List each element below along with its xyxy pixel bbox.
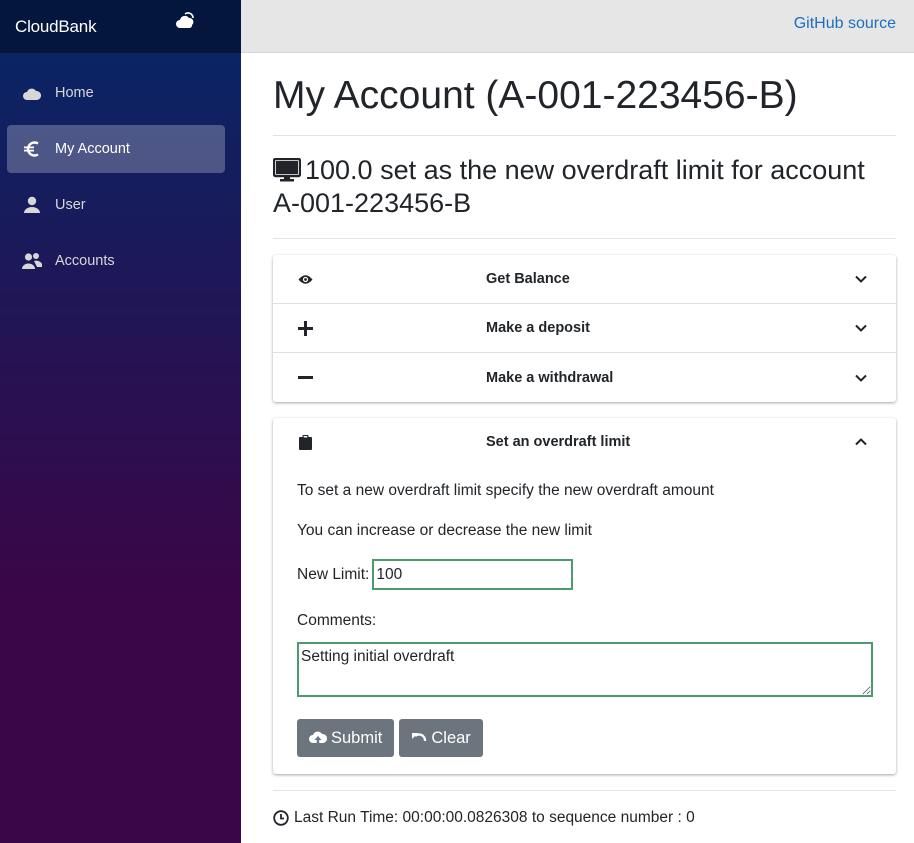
page-title: My Account (A-001-223456-B) — [273, 74, 798, 117]
sidebar-item-my-account[interactable]: My Account — [7, 125, 225, 173]
new-limit-row: New Limit: — [297, 559, 872, 590]
accordion-get-balance[interactable]: Get Balance — [273, 255, 896, 304]
chevron-up-icon — [855, 438, 867, 446]
accordion-make-deposit[interactable]: Make a deposit — [273, 304, 896, 353]
status-text: 100.0 set as the new overdraft limit for… — [273, 155, 865, 218]
accordion-set-overdraft[interactable]: Set an overdraft limit — [273, 418, 896, 466]
accordion-label: Get Balance — [486, 271, 570, 287]
sidebar-nav: Home My Account User Accounts — [0, 53, 241, 285]
cloud-upload-icon — [309, 731, 327, 745]
divider — [273, 790, 896, 791]
eye-icon — [297, 271, 313, 287]
people-icon — [22, 251, 42, 271]
undo-icon — [412, 732, 427, 741]
comments-label: Comments: — [297, 612, 377, 629]
last-run-time: Last Run Time: 00:00:00.0826308 to seque… — [294, 809, 695, 826]
comments-textarea[interactable]: Setting initial overdraft — [297, 642, 873, 697]
cloud-sun-icon — [176, 12, 194, 28]
accordion-collapsed-group: Get Balance Make a deposit Make a withdr… — [273, 255, 896, 402]
minus-icon — [297, 370, 313, 386]
chevron-down-icon — [855, 275, 867, 283]
clear-label: Clear — [431, 728, 471, 747]
main-content: My Account (A-001-223456-B) 100.0 set as… — [272, 53, 896, 827]
brand-name[interactable]: CloudBank — [15, 17, 97, 37]
accordion-make-withdrawal[interactable]: Make a withdrawal — [273, 353, 896, 402]
accordion-overdraft-panel: Set an overdraft limit To set a new over… — [273, 418, 896, 774]
monitor-icon — [272, 157, 302, 182]
sidebar-item-user[interactable]: User — [7, 181, 225, 229]
accordion-label: Set an overdraft limit — [486, 434, 631, 450]
submit-button[interactable]: Submit — [297, 719, 395, 757]
status-message: 100.0 set as the new overdraft limit for… — [272, 154, 896, 220]
sidebar-item-label: My Account — [55, 141, 130, 157]
clipboard-icon — [297, 434, 313, 450]
divider — [273, 135, 896, 136]
new-limit-label: New Limit: — [297, 565, 370, 583]
new-limit-input[interactable] — [372, 559, 574, 590]
chevron-down-icon — [855, 374, 867, 382]
accordion-label: Make a withdrawal — [486, 369, 614, 386]
overdraft-hint-text: You can increase or decrease the new lim… — [297, 522, 592, 539]
github-source-link[interactable]: GitHub source — [794, 15, 896, 33]
plus-icon — [297, 320, 313, 336]
sidebar-item-label: User — [55, 197, 86, 213]
overdraft-intro-text: To set a new overdraft limit specify the… — [297, 482, 714, 499]
euro-icon — [22, 139, 42, 159]
top-bar: GitHub source — [241, 0, 914, 53]
clock-icon — [273, 810, 289, 826]
divider — [273, 238, 896, 239]
footer: Last Run Time: 00:00:00.0826308 to seque… — [273, 809, 896, 827]
sidebar: CloudBank Home My Account User Accounts — [0, 0, 241, 843]
sidebar-item-label: Home — [55, 85, 94, 101]
chevron-down-icon — [855, 324, 867, 332]
cloud-icon — [22, 83, 42, 103]
clear-button[interactable]: Clear — [399, 719, 483, 757]
sidebar-item-home[interactable]: Home — [7, 69, 225, 117]
accordion-label: Make a deposit — [486, 320, 590, 336]
person-icon — [22, 195, 42, 215]
form-buttons: Submit Clear — [297, 719, 872, 774]
overdraft-form: To set a new overdraft limit specify the… — [273, 482, 896, 774]
submit-label: Submit — [331, 728, 383, 747]
brand-bar: CloudBank — [0, 0, 241, 53]
sidebar-item-accounts[interactable]: Accounts — [7, 237, 225, 285]
sidebar-item-label: Accounts — [55, 253, 115, 269]
